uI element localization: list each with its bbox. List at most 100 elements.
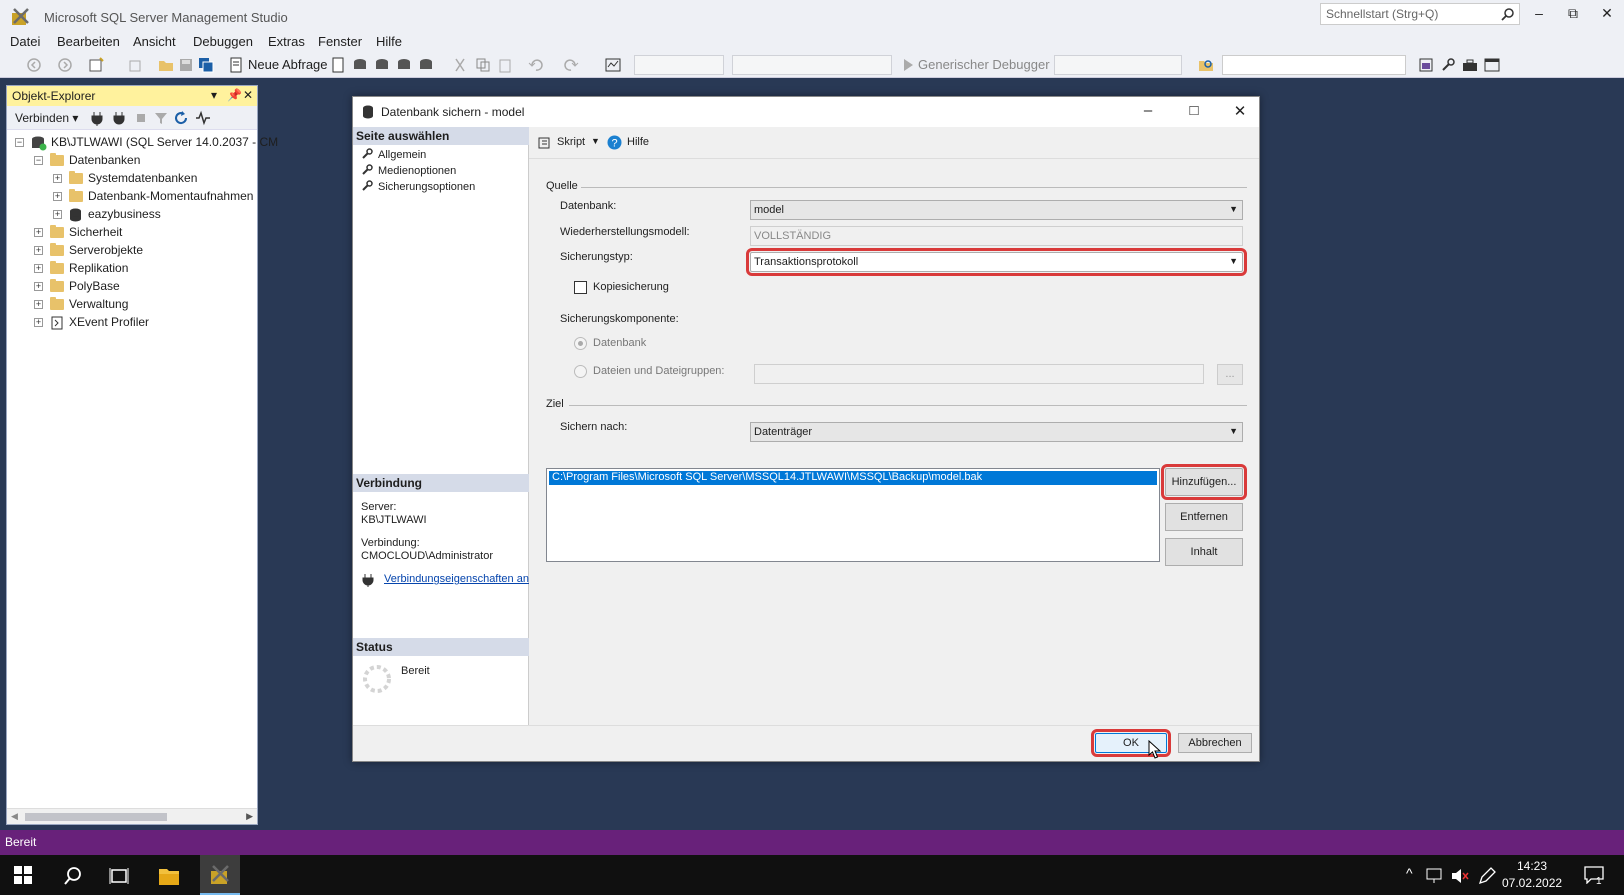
connection-properties-link[interactable]: Verbindungseigenschaften anz [384,573,529,585]
activity-pulse-icon[interactable] [195,110,211,126]
expand-icon[interactable]: + [34,246,43,255]
minimize-button[interactable]: – [1524,5,1554,25]
solution-platform-combo[interactable] [732,55,892,75]
horizontal-scrollbar[interactable]: ◀ ▶ [7,808,257,824]
tree-item-databases[interactable]: − Datenbanken [7,152,257,170]
component-files-radio[interactable] [574,365,587,378]
windows-start-icon[interactable] [14,866,32,884]
dax-query-icon[interactable] [418,57,434,73]
open-folder-icon[interactable] [158,57,174,73]
save-icon[interactable] [178,57,194,73]
collapse-icon[interactable]: − [15,138,24,147]
play-icon[interactable] [900,57,916,73]
new-query-button[interactable]: Neue Abfrage [248,57,328,72]
menu-hilfe[interactable]: Hilfe [376,34,402,49]
debug-target-combo[interactable] [1054,55,1182,75]
clock-date[interactable]: 07.02.2022 [1502,876,1562,890]
menu-extras[interactable]: Extras [268,34,305,49]
save-all-icon[interactable] [198,57,214,73]
browse-files-button[interactable]: ... [1217,364,1243,385]
new-query-icon[interactable] [228,57,244,73]
contents-button[interactable]: Inhalt [1165,538,1243,566]
dialog-minimize-button[interactable]: – [1133,102,1163,122]
tray-chevron-up-icon[interactable]: ^ [1406,865,1413,881]
window-layout-icon[interactable] [1484,57,1500,73]
expand-icon[interactable]: + [34,228,43,237]
menu-debuggen[interactable]: Debuggen [193,34,253,49]
destination-list-item[interactable]: C:\Program Files\Microsoft SQL Server\MS… [549,471,1157,485]
dialog-maximize-button[interactable]: □ [1179,102,1209,122]
properties-wrench-icon[interactable] [1440,57,1456,73]
stop-icon[interactable] [133,110,149,126]
close-button[interactable]: ✕ [1592,5,1622,25]
volume-muted-icon[interactable] [1451,868,1469,884]
pin-icon[interactable]: 📌 [227,88,242,102]
refresh-icon[interactable] [173,110,189,126]
component-database-radio[interactable] [574,337,587,350]
toolbox-icon[interactable] [1462,57,1478,73]
tree-item-server-objects[interactable]: + Serverobjekte [7,242,257,260]
tree-item-management[interactable]: + Verwaltung [7,296,257,314]
page-item-media-options[interactable]: Medienoptionen [361,164,456,177]
xmla-query-icon[interactable] [396,57,412,73]
page-item-general[interactable]: Allgemein [361,148,426,161]
back-icon[interactable] [26,57,42,73]
undo-icon[interactable] [528,57,544,73]
dmx-query-icon[interactable] [374,57,390,73]
debugger-button[interactable]: Generischer Debugger [918,57,1050,72]
expand-icon[interactable]: + [34,264,43,273]
menu-bearbeiten[interactable]: Bearbeiten [57,34,120,49]
file-explorer-icon[interactable] [158,865,180,887]
tree-item-snapshots[interactable]: + Datenbank-Momentaufnahmen [7,188,257,206]
remove-destination-button[interactable]: Entfernen [1165,503,1243,531]
pen-icon[interactable] [1478,867,1496,885]
script-button[interactable]: Skript [557,136,585,148]
task-view-icon[interactable] [108,865,130,887]
network-icon[interactable] [1426,868,1444,884]
solution-explorer-icon[interactable] [1418,57,1434,73]
search-icon[interactable] [1501,7,1515,21]
expand-icon[interactable]: + [34,282,43,291]
disconnect-plug-icon[interactable] [111,110,127,126]
new-project-icon[interactable] [88,57,104,73]
expand-icon[interactable]: + [53,192,62,201]
script-dropdown-icon[interactable]: ▼ [591,136,600,146]
connect-button[interactable]: Verbinden ▾ [15,111,78,125]
collapse-icon[interactable]: − [34,156,43,165]
activity-monitor-icon[interactable] [605,57,621,73]
clock-time[interactable]: 14:23 [1502,859,1562,873]
redo-icon[interactable] [563,57,579,73]
dialog-close-button[interactable]: ✕ [1225,102,1255,122]
copy-only-checkbox[interactable] [574,281,587,294]
menu-ansicht[interactable]: Ansicht [133,34,176,49]
cut-icon[interactable] [452,57,468,73]
help-button[interactable]: Hilfe [627,136,649,148]
search-icon[interactable] [62,865,84,887]
quicklaunch-input[interactable]: Schnellstart (Strg+Q) [1320,3,1520,25]
solution-config-combo[interactable] [634,55,724,75]
tree-item-replication[interactable]: + Replikation [7,260,257,278]
filter-icon[interactable] [153,110,169,126]
tree-item-security[interactable]: + Sicherheit [7,224,257,242]
page-item-backup-options[interactable]: Sicherungsoptionen [361,180,475,193]
menu-datei[interactable]: Datei [10,34,40,49]
tree-item-server[interactable]: − KB\JTLWAWI (SQL Server 14.0.2037 - CM [7,134,278,152]
add-item-icon[interactable] [127,57,143,73]
db-query-icon[interactable] [330,57,346,73]
add-destination-button[interactable]: Hinzufügen... [1161,464,1247,500]
forward-icon[interactable] [57,57,73,73]
connect-plug-icon[interactable] [89,110,105,126]
tree-item-eazybusiness[interactable]: + eazybusiness [7,206,257,224]
destination-listbox[interactable]: C:\Program Files\Microsoft SQL Server\MS… [546,468,1160,562]
mdx-query-icon[interactable] [352,57,368,73]
expand-icon[interactable]: + [53,210,62,219]
tree-item-system-databases[interactable]: + Systemdatenbanken [7,170,257,188]
expand-icon[interactable]: + [34,300,43,309]
expand-icon[interactable]: + [53,174,62,183]
restore-button[interactable]: ⧉ [1558,5,1588,25]
expand-icon[interactable]: + [34,318,43,327]
paste-icon[interactable] [497,57,513,73]
copy-icon[interactable] [475,57,491,73]
scroll-right-icon[interactable]: ▶ [246,811,253,822]
tree-item-xevent-profiler[interactable]: + XEvent Profiler [7,314,257,332]
